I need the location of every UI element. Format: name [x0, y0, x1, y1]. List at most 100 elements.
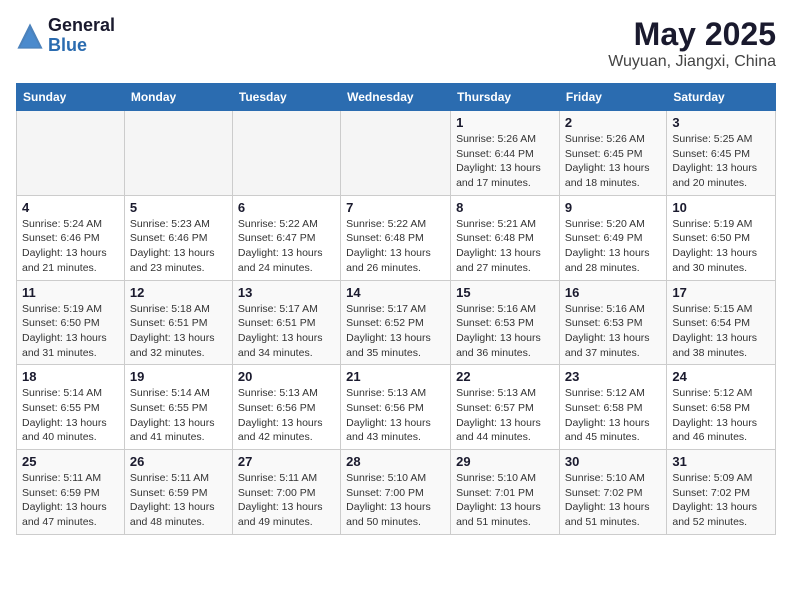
day-info-line: Daylight: 13 hours and 23 minutes. [130, 247, 215, 274]
day-info-line: Daylight: 13 hours and 38 minutes. [672, 332, 757, 359]
day-number: 13 [238, 285, 335, 300]
day-info-line: Sunrise: 5:13 AM [456, 387, 536, 399]
day-info-line: Sunrise: 5:09 AM [672, 472, 752, 484]
day-number: 20 [238, 369, 335, 384]
day-info-line: Sunrise: 5:19 AM [22, 303, 102, 315]
day-info: Sunrise: 5:17 AMSunset: 6:52 PMDaylight:… [346, 302, 445, 361]
day-number: 3 [672, 115, 770, 130]
day-info-line: Sunrise: 5:17 AM [238, 303, 318, 315]
day-info: Sunrise: 5:19 AMSunset: 6:50 PMDaylight:… [22, 302, 119, 361]
calendar-cell: 21Sunrise: 5:13 AMSunset: 6:56 PMDayligh… [341, 365, 451, 450]
day-number: 6 [238, 200, 335, 215]
day-number: 15 [456, 285, 554, 300]
day-info-line: Sunset: 6:53 PM [565, 317, 643, 329]
day-info: Sunrise: 5:26 AMSunset: 6:44 PMDaylight:… [456, 132, 554, 191]
calendar-cell: 28Sunrise: 5:10 AMSunset: 7:00 PMDayligh… [341, 450, 451, 535]
day-info-line: Sunset: 6:54 PM [672, 317, 750, 329]
calendar-cell: 30Sunrise: 5:10 AMSunset: 7:02 PMDayligh… [559, 450, 666, 535]
day-info-line: Sunrise: 5:13 AM [346, 387, 426, 399]
day-info-line: Sunrise: 5:11 AM [22, 472, 101, 484]
day-info-line: Sunrise: 5:25 AM [672, 133, 752, 145]
day-info: Sunrise: 5:26 AMSunset: 6:45 PMDaylight:… [565, 132, 661, 191]
day-info-line: Sunrise: 5:26 AM [565, 133, 645, 145]
weekday-header-monday: Monday [124, 84, 232, 111]
day-info-line: Daylight: 13 hours and 50 minutes. [346, 501, 431, 528]
day-info: Sunrise: 5:11 AMSunset: 6:59 PMDaylight:… [22, 471, 119, 530]
day-info-line: Sunset: 6:59 PM [22, 487, 100, 499]
weekday-header-tuesday: Tuesday [232, 84, 340, 111]
day-info-line: Daylight: 13 hours and 40 minutes. [22, 417, 107, 444]
day-number: 9 [565, 200, 661, 215]
day-info-line: Daylight: 13 hours and 36 minutes. [456, 332, 541, 359]
logo-blue: Blue [48, 36, 115, 56]
day-info-line: Sunset: 6:50 PM [22, 317, 100, 329]
day-info-line: Sunrise: 5:14 AM [22, 387, 102, 399]
day-info-line: Daylight: 13 hours and 26 minutes. [346, 247, 431, 274]
day-number: 4 [22, 200, 119, 215]
page-header: General Blue May 2025 Wuyuan, Jiangxi, C… [16, 16, 776, 71]
weekday-header-thursday: Thursday [451, 84, 560, 111]
calendar-cell: 8Sunrise: 5:21 AMSunset: 6:48 PMDaylight… [451, 195, 560, 280]
day-number: 28 [346, 454, 445, 469]
day-info: Sunrise: 5:16 AMSunset: 6:53 PMDaylight:… [565, 302, 661, 361]
day-info-line: Daylight: 13 hours and 44 minutes. [456, 417, 541, 444]
day-info-line: Sunset: 7:00 PM [238, 487, 316, 499]
day-info: Sunrise: 5:24 AMSunset: 6:46 PMDaylight:… [22, 217, 119, 276]
day-info-line: Sunset: 6:51 PM [130, 317, 208, 329]
day-info-line: Daylight: 13 hours and 32 minutes. [130, 332, 215, 359]
calendar-cell: 17Sunrise: 5:15 AMSunset: 6:54 PMDayligh… [667, 280, 776, 365]
day-info-line: Sunset: 7:01 PM [456, 487, 534, 499]
calendar-cell: 20 Sunrise: 5:13 AMSunset: 6:56 PMDayligh… [232, 365, 340, 450]
day-info-line: Sunset: 6:59 PM [130, 487, 208, 499]
day-info-line: Sunset: 6:47 PM [238, 232, 316, 244]
day-info: Sunrise: 5:23 AM Sunset: 6:46 PM Daylight:… [130, 217, 227, 276]
day-info-line: Sunrise: 5:22 AM [238, 218, 318, 230]
day-info-line: Daylight: 13 hours and 41 minutes. [130, 417, 215, 444]
day-info-line: Sunset: 6:45 PM [565, 148, 643, 160]
calendar-cell: 26Sunrise: 5:11 AMSunset: 6:59 PMDayligh… [124, 450, 232, 535]
day-info-line: Daylight: 13 hours and 37 minutes. [565, 332, 650, 359]
calendar-cell: 9 Sunrise: 5:20 AMSunset: 6:49 PMDaylight… [559, 195, 666, 280]
day-info: Sunrise: 5:18 AMSunset: 6:51 PMDaylight:… [130, 302, 227, 361]
calendar-cell: 13Sunrise: 5:17 AMSunset: 6:51 PMDayligh… [232, 280, 340, 365]
day-info-line: Sunrise: 5:10 AM [565, 472, 645, 484]
day-info: Sunrise: 5:13 AMSunset: 6:56 PMDaylight:… [238, 386, 335, 445]
day-info-line: Sunset: 6:56 PM [238, 402, 316, 414]
day-info-line: Sunrise: 5:20 AM [565, 218, 645, 230]
day-info-line: Daylight: 13 hours and 51 minutes. [456, 501, 541, 528]
day-info-line: Sunset: 6:52 PM [346, 317, 424, 329]
day-info-line: Daylight: 13 hours and 35 minutes. [346, 332, 431, 359]
day-number: 27 [238, 454, 335, 469]
day-info-line: Sunset: 7:00 PM [346, 487, 424, 499]
day-info-line: Sunset: 6:56 PM [346, 402, 424, 414]
logo-general: General [48, 16, 115, 36]
calendar-cell [17, 111, 125, 196]
day-info: Sunrise: 5:14 AMSunset: 6:55 PMDaylight:… [22, 386, 119, 445]
weekday-header-wednesday: Wednesday [341, 84, 451, 111]
weekday-header-saturday: Saturday [667, 84, 776, 111]
calendar-cell: 3Sunrise: 5:25 AMSunset: 6:45 PMDaylight… [667, 111, 776, 196]
day-number: 11 [22, 285, 119, 300]
calendar-cell: 16Sunrise: 5:16 AMSunset: 6:53 PMDayligh… [559, 280, 666, 365]
week-row-2: 4 Sunrise: 5:24 AMSunset: 6:46 PMDaylight… [17, 195, 776, 280]
location: Wuyuan, Jiangxi, China [608, 53, 776, 71]
day-info-line: Sunrise: 5:23 AM [130, 218, 210, 230]
day-info-line: Daylight: 13 hours and 51 minutes. [565, 501, 650, 528]
logo-text: General Blue [48, 16, 115, 56]
day-number: 24 [672, 369, 770, 384]
day-info-line: Sunset: 6:46 PM [130, 232, 208, 244]
calendar-table: SundayMondayTuesdayWednesdayThursdayFrid… [16, 83, 776, 535]
day-info: Sunrise: 5:20 AMSunset: 6:49 PMDaylight:… [565, 217, 661, 276]
day-info-line: Daylight: 13 hours and 43 minutes. [346, 417, 431, 444]
calendar-cell: 22Sunrise: 5:13 AMSunset: 6:57 PMDayligh… [451, 365, 560, 450]
calendar-cell: 15Sunrise: 5:16 AMSunset: 6:53 PMDayligh… [451, 280, 560, 365]
day-number: 30 [565, 454, 661, 469]
calendar-cell: 18Sunrise: 5:14 AMSunset: 6:55 PMDayligh… [17, 365, 125, 450]
calendar-cell: 4 Sunrise: 5:24 AMSunset: 6:46 PMDaylight… [17, 195, 125, 280]
calendar-cell: 14Sunrise: 5:17 AMSunset: 6:52 PMDayligh… [341, 280, 451, 365]
day-info-line: Sunset: 6:50 PM [672, 232, 750, 244]
day-info-line: Sunrise: 5:12 AM [672, 387, 752, 399]
day-number: 25 [22, 454, 119, 469]
day-info: Sunrise: 5:10 AMSunset: 7:01 PMDaylight:… [456, 471, 554, 530]
day-number: 31 [672, 454, 770, 469]
